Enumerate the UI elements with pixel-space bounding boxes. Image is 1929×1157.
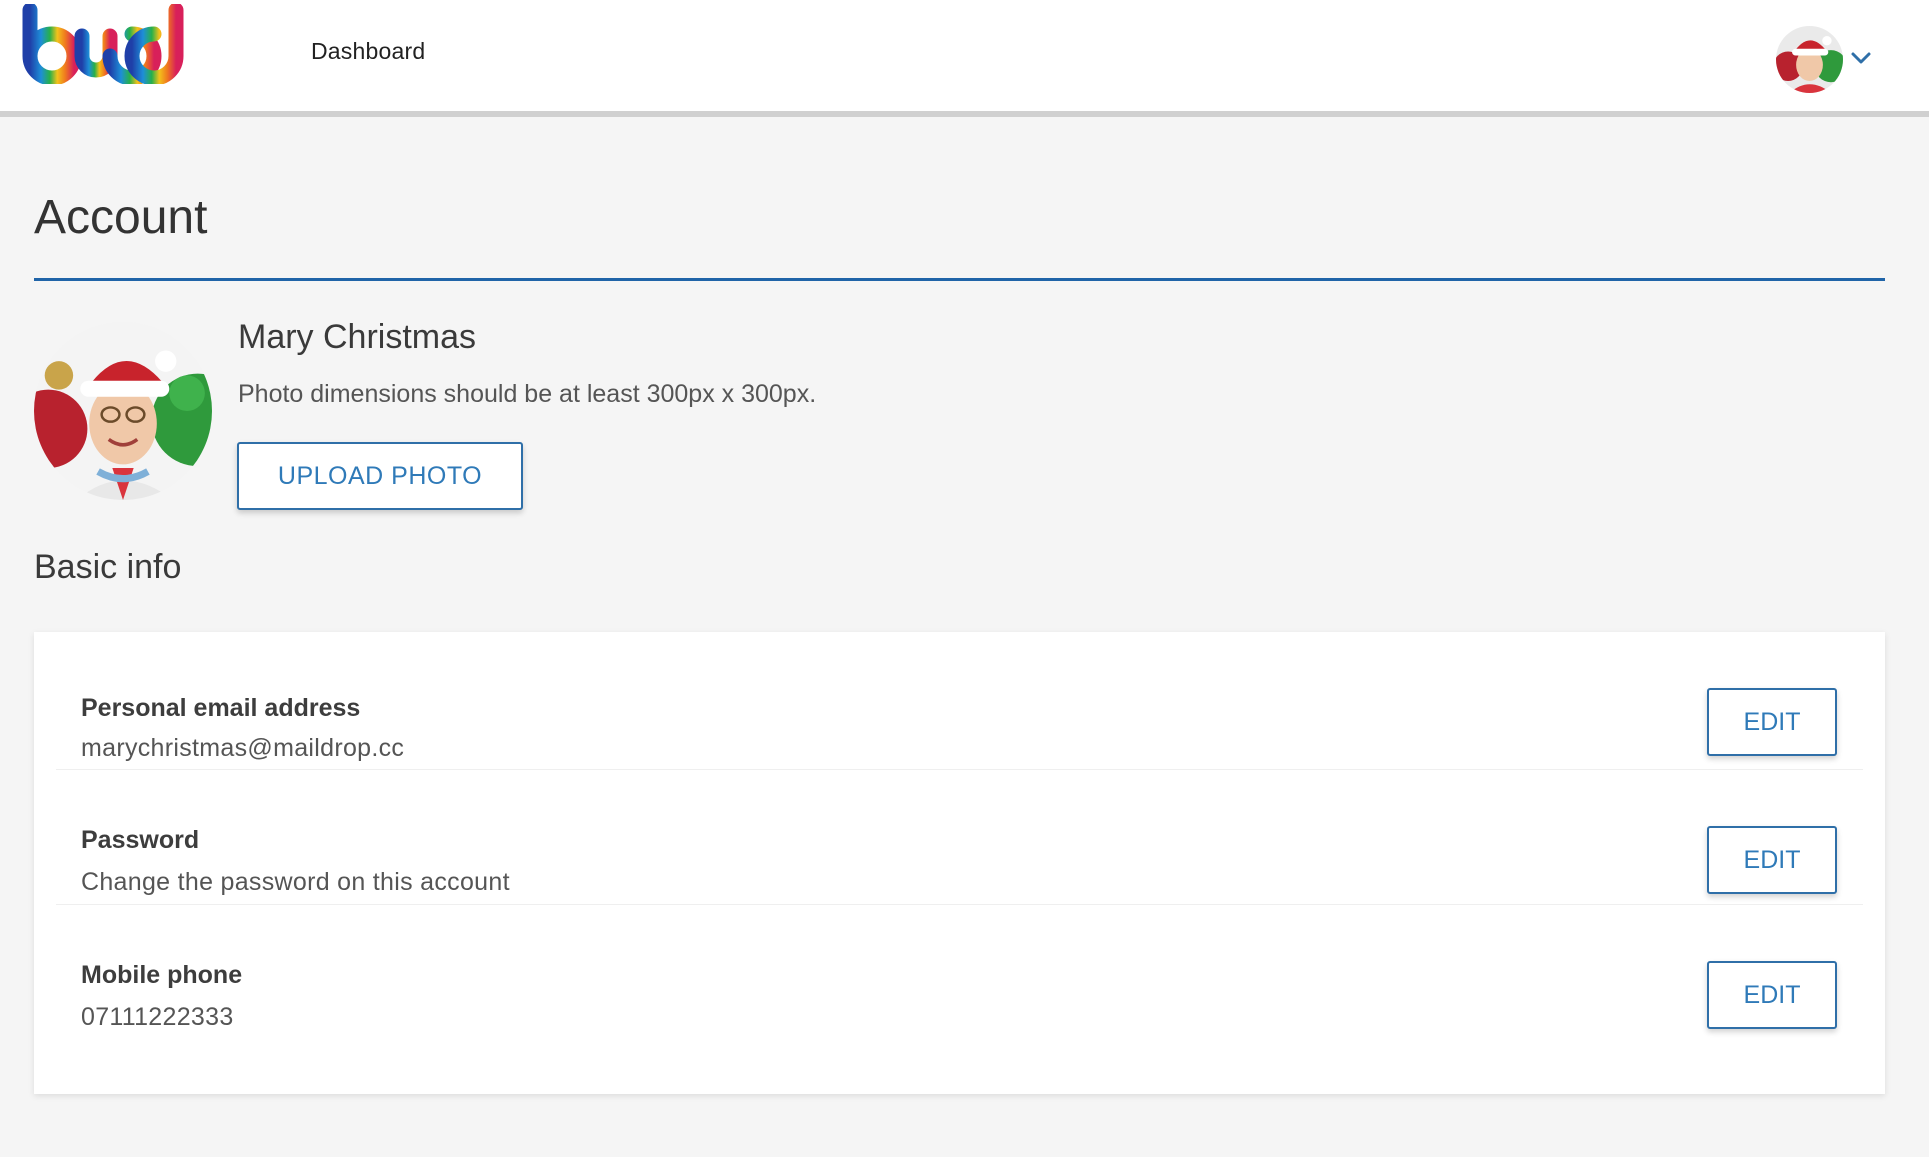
title-divider xyxy=(34,278,1885,281)
mobile-phone-label: Mobile phone xyxy=(81,961,243,989)
password-row: Password Change the password on this acc… xyxy=(56,769,1863,904)
mobile-phone-value: 07111222333 xyxy=(81,1003,234,1031)
edit-email-button[interactable]: EDIT xyxy=(1707,688,1837,756)
page-title: Account xyxy=(34,191,208,244)
password-label: Password xyxy=(81,826,200,854)
photo-dimensions-hint: Photo dimensions should be at least 300p… xyxy=(238,380,817,408)
edit-mobile-phone-button[interactable]: EDIT xyxy=(1707,961,1837,1029)
top-navigation-bar: Dashboard xyxy=(0,0,1929,117)
basic-info-heading: Basic info xyxy=(34,548,182,586)
nav-dashboard-link[interactable]: Dashboard xyxy=(311,38,425,65)
bud-logo[interactable] xyxy=(18,4,188,84)
email-value: marychristmas@maildrop.cc xyxy=(81,734,405,762)
user-menu[interactable] xyxy=(1776,26,1872,94)
mobile-phone-row: Mobile phone 07111222333 EDIT xyxy=(56,904,1863,1039)
upload-photo-button[interactable]: UPLOAD PHOTO xyxy=(237,442,523,510)
chevron-down-icon[interactable] xyxy=(1850,50,1872,66)
email-label: Personal email address xyxy=(81,694,361,722)
profile-name: Mary Christmas xyxy=(238,318,477,356)
profile-photo xyxy=(34,322,212,500)
edit-password-button[interactable]: EDIT xyxy=(1707,826,1837,894)
basic-info-card: Personal email address marychristmas@mai… xyxy=(34,632,1885,1094)
email-row: Personal email address marychristmas@mai… xyxy=(56,634,1863,769)
avatar[interactable] xyxy=(1776,26,1843,93)
password-value: Change the password on this account xyxy=(81,868,510,896)
